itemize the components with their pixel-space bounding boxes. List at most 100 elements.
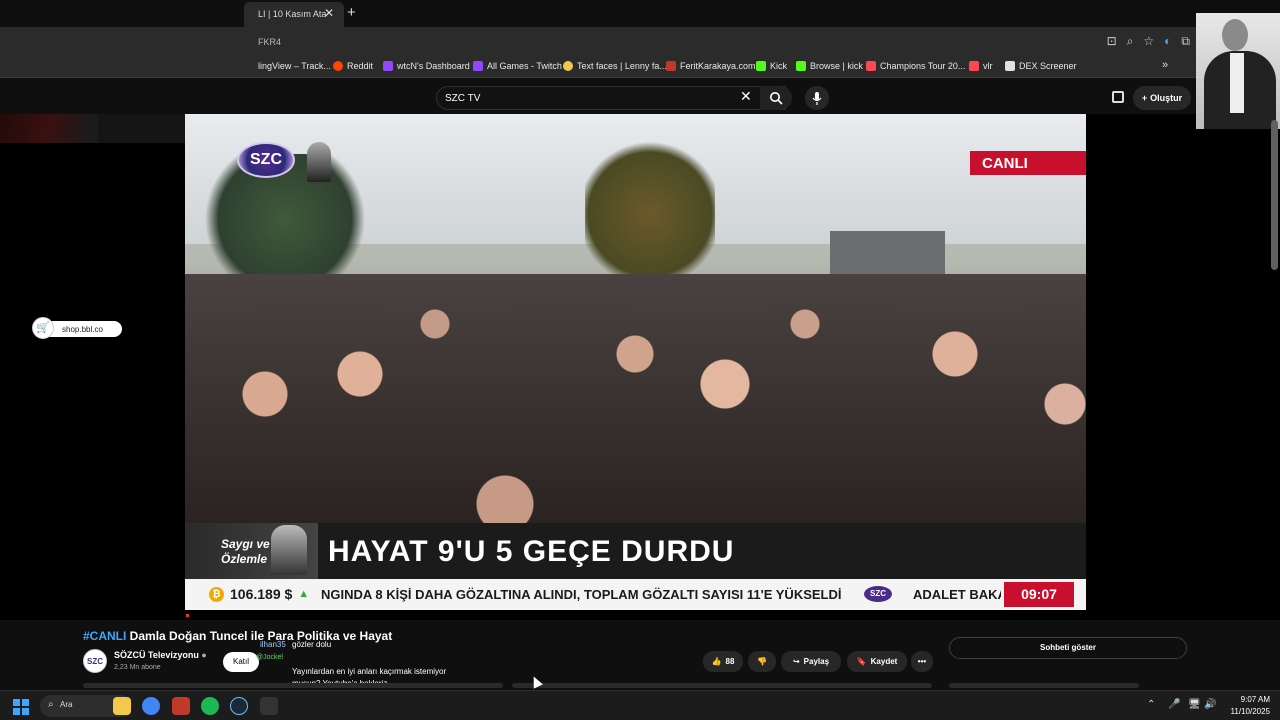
show-chat-button[interactable]: Sohbeti göster [949,637,1187,659]
subscriber-count: 2,23 Mn abone [114,664,161,671]
placeholder-bar [512,683,932,688]
new-tab-icon[interactable]: + [347,4,356,21]
search-button[interactable] [760,86,792,110]
file-explorer-icon[interactable] [113,697,131,715]
create-button[interactable]: + Oluştur [1133,86,1191,110]
bitcoin-icon: ₿ [209,586,224,602]
bookmark-lenny[interactable]: Text faces | Lenny fa... [563,61,667,71]
placeholder-bar [83,683,503,688]
extension-icon[interactable]: ◐ [1164,34,1171,49]
shop-link-overlay: 🛒 shop.bbl.co [32,317,122,339]
bookmark-label: Text faces | Lenny fa... [577,61,667,71]
valorant-icon [969,61,979,71]
tab-title: LI | 10 Kasım Ata [258,9,327,19]
steam-icon[interactable] [230,697,248,715]
bookmark-vlr[interactable]: vlr [969,61,993,71]
bookmark-label: vlr [983,61,993,71]
bookmark-dashboard[interactable]: wtcN's Dashboard [383,61,470,71]
ticker-logo: SZC [864,586,892,602]
taskbar-clock[interactable]: 9:07 AM 11/10/2025 [1222,694,1270,718]
volume-icon[interactable]: 🔊 [1204,699,1216,710]
search-input[interactable]: SZC TV [436,86,786,110]
bookmark-browse-kick[interactable]: Browse | kick [796,61,863,71]
reddit-icon [333,61,343,71]
bookmark-tradingview[interactable]: lingView – Track... [258,61,331,71]
bookmark-champions-tour[interactable]: Champions Tour 20... [866,61,965,71]
broadcast-clock: 09:07 [1004,582,1074,607]
extensions-puzzle-icon[interactable]: ⧉ [1181,34,1190,49]
bookmark-label: Kick [770,61,788,71]
tray-mic-icon[interactable]: 🎤 [1168,699,1180,710]
video-tree-center [585,134,715,294]
bookmark-twitch-games[interactable]: All Games - Twitch [473,61,562,71]
zoom-icon[interactable]: ⌕ [1127,34,1134,49]
plus-icon: + [1141,93,1148,103]
save-button[interactable]: 🔖 Kaydet [847,651,907,672]
network-icon[interactable]: 🖥 [1188,699,1201,710]
bookmark-label: lingView – Track... [258,61,331,71]
verified-icon: ● [201,650,207,660]
install-app-icon[interactable]: ⊡ [1107,34,1117,49]
thumbs-down-icon: 👎 [757,657,767,666]
join-button[interactable]: Katıl [223,652,259,672]
search-clear-icon[interactable]: ✕ [740,88,752,105]
more-actions-button[interactable]: ••• [911,651,933,672]
cast-icon[interactable] [1112,91,1124,103]
share-icon: ↪ [792,657,800,666]
bookmark-label: wtcN's Dashboard [397,61,470,71]
bookmark-star-icon[interactable]: ☆ [1143,34,1154,49]
dislike-button[interactable]: 👎 [748,651,776,672]
spotify-icon[interactable] [201,697,219,715]
twitch-icon [383,61,393,71]
lower-third: Saygı ve Özlemle HAYAT 9'U 5 GEÇE DURDU [185,523,1086,579]
address-icons: ⊡ ⌕ ☆ ◐ ⧉ [1107,34,1190,49]
bookmark-dexscreener[interactable]: DEX Screener [1005,61,1077,71]
bookmark-label: All Games - Twitch [487,61,562,71]
like-button[interactable]: 👍 88 [703,651,743,672]
placeholder-bar [949,683,1139,688]
bookmark-label: Browse | kick [810,61,863,71]
tray-chevron-icon[interactable]: ⌃ [1147,699,1155,710]
video-title: #CANLI Damla Doğan Tuncel ile Para Polit… [83,629,392,643]
shopping-cart-icon: 🛒 [32,317,54,339]
address-bar: FKR4 ⊡ ⌕ ☆ ◐ ⧉ [0,27,1280,56]
channel-avatar[interactable]: SZC [83,649,107,673]
bookmarks-more-icon[interactable]: » [1162,59,1168,71]
thumbs-up-icon: 👍 [711,657,722,666]
live-badge: CANLI [970,151,1086,175]
microphone-icon [812,91,822,105]
news-ticker: ₿ 106.189 $ ▲ NGINDA 8 KİŞİ DAHA GÖZALTI… [185,579,1086,610]
bookmark-label: Champions Tour 20... [880,61,966,71]
portrait-overlay [1196,13,1280,129]
lenny-face-icon [563,61,573,71]
windows-taskbar: ⌕ Ara ⌃ 🎤 🖥 🔊 9:07 AM 11/10/2025 [0,690,1280,720]
bookmark-label: DEX Screener [1019,61,1077,71]
progress-bar[interactable] [185,610,1086,620]
url-text[interactable]: FKR4 [258,37,281,47]
search-icon [770,92,783,105]
shop-link-text: shop.bbl.co [62,325,103,334]
btc-value: 106.189 $ [230,586,293,602]
share-button[interactable]: ↪ Paylaş [781,651,841,672]
bookmark-label: FeritKarakaya.com [680,61,756,71]
bookmark-kick[interactable]: Kick [756,61,787,71]
app-red-icon[interactable] [172,697,190,715]
dexscreener-icon [1005,61,1015,71]
portrait-vest [1230,53,1244,113]
video-info: #CANLI Damla Doğan Tuncel ile Para Polit… [0,620,1280,700]
tab-close-icon[interactable]: ✕ [324,6,334,20]
chrome-icon[interactable] [142,697,160,715]
channel-name[interactable]: SÖZCÜ Televizyonu ● [114,650,207,660]
caption-box: Saygı ve Özlemle [185,523,318,579]
taskbar-search-label: Ara [60,700,73,709]
page-scrollbar[interactable] [1271,120,1278,270]
windows-start-icon[interactable] [13,699,29,715]
app-dark-icon[interactable] [260,697,278,715]
bookmark-reddit[interactable]: Reddit [333,61,373,71]
video-player[interactable]: SZC CANLI Saygı ve Özlemle HAYAT 9'U 5 G… [185,114,1086,620]
live-hashtag[interactable]: #CANLI [83,629,126,643]
voice-search-button[interactable] [805,86,829,110]
kick-icon [756,61,766,71]
channel-name-text: SÖZCÜ Televizyonu [114,650,199,660]
bookmark-feritkarakaya[interactable]: FeritKarakaya.com [666,61,756,71]
